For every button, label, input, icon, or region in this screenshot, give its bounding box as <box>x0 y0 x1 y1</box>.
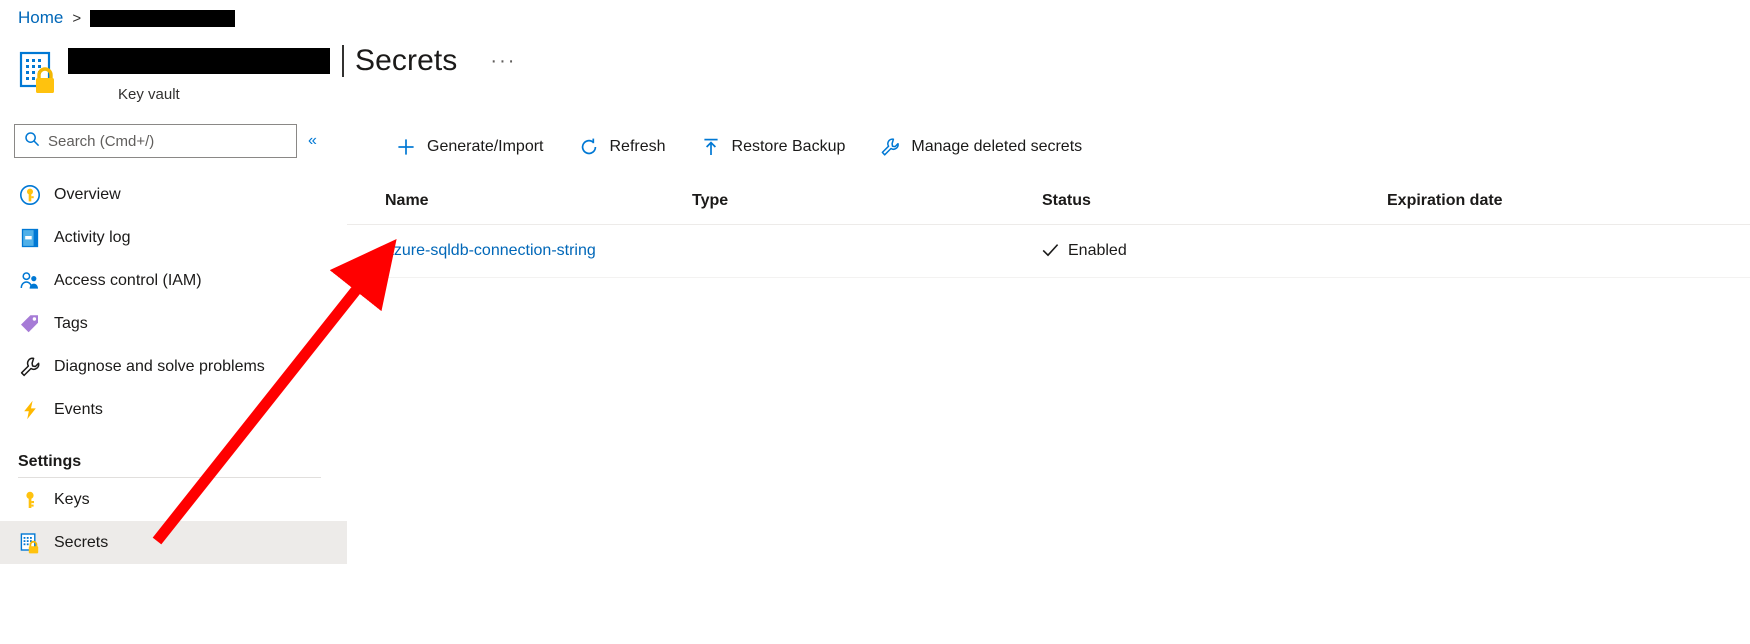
sidebar-item-tags[interactable]: Tags <box>0 302 347 345</box>
collapse-sidebar-icon[interactable]: « <box>308 132 317 150</box>
sidebar-item-label: Access control (IAM) <box>54 271 202 289</box>
sidebar-item-label: Diagnose and solve problems <box>54 357 265 375</box>
resource-name-redacted <box>68 48 330 74</box>
lightning-icon <box>18 398 42 422</box>
resource-type-label: Key vault <box>118 86 180 103</box>
tag-icon <box>18 312 42 336</box>
sidebar-item-secrets[interactable]: Secrets <box>0 521 347 564</box>
search-box[interactable] <box>14 124 297 158</box>
sidebar-search-row: « <box>0 124 347 158</box>
secret-type-cell <box>692 224 1042 278</box>
search-input[interactable] <box>48 132 278 150</box>
sidebar-item-keys[interactable]: Keys <box>0 478 347 521</box>
refresh-icon <box>578 136 600 158</box>
more-menu-icon[interactable]: ··· <box>490 51 516 71</box>
column-header-status[interactable]: Status <box>1042 170 1387 225</box>
sidebar-item-activity-log[interactable]: Activity log <box>0 216 347 259</box>
toolbar-button-label: Generate/Import <box>427 138 544 155</box>
azure-portal-secrets-page: Home > Secrets ··· Key vault Search (Cmd… <box>0 0 1750 644</box>
main-content: Generate/Import Refresh Restore Backup M… <box>347 124 1750 644</box>
secret-expiration-cell <box>1387 224 1750 278</box>
key-vault-icon <box>18 50 62 96</box>
secret-name-link[interactable]: azure-sqldb-connection-string <box>385 242 596 259</box>
page-title: Secrets <box>355 44 458 77</box>
secrets-table: Name Type Status Expiration date azure-s… <box>347 170 1750 278</box>
sidebar-item-overview[interactable]: Overview <box>0 173 347 216</box>
page-header: Secrets ··· Key vault <box>18 40 516 103</box>
breadcrumb-redacted-resource[interactable] <box>90 9 236 27</box>
key-icon <box>18 488 42 512</box>
secret-icon <box>18 531 42 555</box>
breadcrumb: Home > <box>18 8 236 28</box>
plus-icon <box>395 136 417 158</box>
secret-status-label: Enabled <box>1068 242 1127 259</box>
secret-name-cell[interactable]: azure-sqldb-connection-string <box>347 224 692 278</box>
column-header-name[interactable]: Name <box>347 170 692 225</box>
title-divider <box>342 45 344 77</box>
sidebar: « Overview <box>0 124 347 564</box>
secret-status-cell: Enabled <box>1042 224 1387 278</box>
toolbar-button-label: Refresh <box>609 138 666 155</box>
table-header-row: Name Type Status Expiration date <box>347 170 1750 225</box>
key-circle-icon <box>18 183 42 207</box>
table-row[interactable]: azure-sqldb-connection-string Enabled <box>347 224 1750 278</box>
activity-log-icon <box>18 226 42 250</box>
restore-backup-button[interactable]: Restore Backup <box>690 130 856 164</box>
column-header-type[interactable]: Type <box>692 170 1042 225</box>
sidebar-item-label: Activity log <box>54 228 131 246</box>
sidebar-item-label: Tags <box>54 314 88 332</box>
breadcrumb-home-link[interactable]: Home <box>18 8 63 28</box>
sidebar-nav: Overview Activity log Access control (IA… <box>0 173 347 564</box>
sidebar-item-label: Events <box>54 400 103 418</box>
breadcrumb-separator: > <box>72 9 82 27</box>
sidebar-item-access-control[interactable]: Access control (IAM) <box>0 259 347 302</box>
sidebar-item-events[interactable]: Events <box>0 388 347 431</box>
sidebar-item-label: Overview <box>54 185 121 203</box>
generate-import-button[interactable]: Generate/Import <box>385 130 554 164</box>
sidebar-item-diagnose[interactable]: Diagnose and solve problems <box>0 345 347 388</box>
upload-arrow-icon <box>700 136 722 158</box>
wrench-icon <box>18 355 42 379</box>
refresh-button[interactable]: Refresh <box>568 130 676 164</box>
column-header-expiration-date[interactable]: Expiration date <box>1387 170 1750 225</box>
toolbar-button-label: Restore Backup <box>731 138 846 155</box>
people-icon <box>18 269 42 293</box>
sidebar-item-label: Keys <box>54 490 90 508</box>
search-icon <box>24 131 40 152</box>
command-toolbar: Generate/Import Refresh Restore Backup M… <box>347 124 1750 170</box>
sidebar-section-settings: Settings <box>18 453 82 470</box>
wrench-icon <box>879 136 901 158</box>
manage-deleted-secrets-button[interactable]: Manage deleted secrets <box>869 130 1092 164</box>
toolbar-button-label: Manage deleted secrets <box>911 138 1083 155</box>
checkmark-icon <box>1042 243 1059 260</box>
sidebar-item-label: Secrets <box>54 533 109 551</box>
